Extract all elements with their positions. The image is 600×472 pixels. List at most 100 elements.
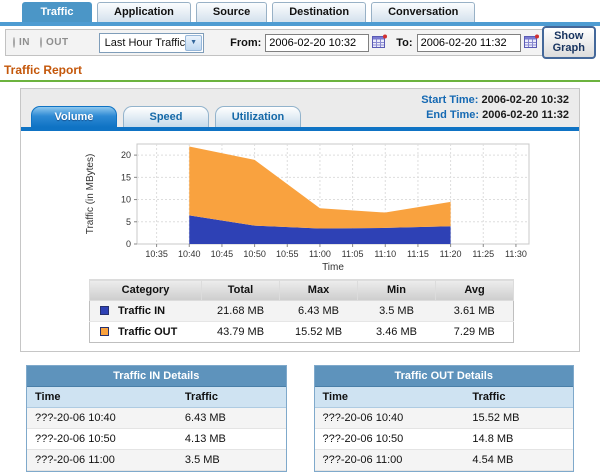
summary-column-header: Max — [280, 280, 358, 301]
time-cell: ???-20-06 10:40 — [315, 408, 465, 428]
end-time-label: End Time: — [426, 109, 479, 121]
tab-conversation[interactable]: Conversation — [371, 2, 475, 22]
tab-source[interactable]: Source — [196, 2, 267, 22]
table-row: ???-20-06 11:003.5 MB — [27, 450, 286, 471]
chevron-down-icon[interactable]: ▼ — [185, 35, 202, 51]
detail-table: Traffic IN Details TimeTraffic ???-20-06… — [26, 365, 287, 472]
summary-column-header: Category — [90, 280, 202, 301]
detail-table-title: Traffic IN Details — [27, 366, 286, 387]
value-cell: 3.46 MB — [358, 322, 436, 343]
legend-swatch — [100, 327, 109, 336]
time-cell: ???-20-06 10:50 — [27, 429, 177, 449]
metric-tab-bar: Volume Speed Utilization — [31, 106, 301, 127]
value-cell: 3.61 MB — [436, 301, 514, 322]
radio-out-label: OUT — [46, 37, 69, 48]
table-row: Traffic OUT 43.79 MB15.52 MB3.46 MB7.29 M… — [90, 322, 514, 343]
value-cell: 43.79 MB — [202, 322, 280, 343]
time-range-selected-value: Last Hour Traffic — [100, 37, 186, 49]
detail-table-body: ???-20-06 10:406.43 MB???-20-06 10:504.1… — [27, 408, 286, 471]
column-header: Traffic — [464, 387, 573, 407]
calendar-icon[interactable] — [524, 34, 539, 51]
report-time-range: Start Time: 2006-02-20 10:32 End Time: 2… — [421, 92, 571, 127]
category-label: Traffic IN — [118, 305, 165, 317]
detail-table-body: ???-20-06 10:4015.52 MB???-20-06 10:5014… — [315, 408, 574, 471]
x-tick-label: 11:30 — [505, 249, 527, 259]
y-tick-label: 20 — [121, 150, 131, 160]
calendar-icon[interactable] — [372, 34, 387, 51]
x-tick-label: 11:00 — [309, 249, 331, 259]
x-tick-label: 11:25 — [472, 249, 494, 259]
detail-tables-row: Traffic IN Details TimeTraffic ???-20-06… — [26, 365, 574, 472]
x-tick-label: 11:10 — [374, 249, 396, 259]
value-cell: 6.43 MB — [280, 301, 358, 322]
column-header: Time — [315, 387, 465, 407]
tab-application[interactable]: Application — [97, 2, 191, 22]
x-tick-label: 10:45 — [211, 249, 234, 259]
summary-table: CategoryTotalMaxMinAvg Traffic IN 21.68 M… — [89, 279, 514, 343]
x-tick-label: 10:35 — [145, 249, 168, 259]
x-tick-label: 10:50 — [243, 249, 266, 259]
panel-header: Volume Speed Utilization Start Time: 2006-… — [21, 89, 579, 127]
detail-table-columns: TimeTraffic — [27, 387, 286, 408]
summary-column-header: Min — [358, 280, 436, 301]
traffic-cell: 14.8 MB — [464, 429, 573, 449]
table-row: ???-20-06 11:004.54 MB — [315, 450, 574, 471]
report-toolbar: IN OUT Last Hour Traffic ▼ From: To: — [5, 29, 595, 56]
show-graph-button[interactable]: Show Graph — [542, 26, 596, 59]
legend-swatch — [100, 306, 109, 315]
summary-header-row: CategoryTotalMaxMinAvg — [90, 280, 514, 301]
tab-volume[interactable]: Volume — [31, 106, 117, 127]
tab-traffic[interactable]: Traffic — [22, 2, 92, 22]
time-cell: ???-20-06 11:00 — [27, 450, 177, 470]
start-time: Start Time: 2006-02-20 10:32 — [421, 93, 569, 108]
traffic-report-panel: Volume Speed Utilization Start Time: 2006-… — [20, 88, 580, 352]
y-tick-label: 5 — [126, 217, 131, 227]
time-range-select[interactable]: Last Hour Traffic ▼ — [99, 33, 205, 53]
time-cell: ???-20-06 10:40 — [27, 408, 177, 428]
tab-destination[interactable]: Destination — [272, 2, 366, 22]
to-date-input[interactable] — [417, 34, 521, 52]
radio-in-label: IN — [19, 37, 30, 48]
x-tick-label: 11:05 — [342, 249, 364, 259]
title-divider — [0, 80, 600, 82]
start-time-label: Start Time: — [421, 94, 478, 106]
tab-speed[interactable]: Speed — [123, 106, 209, 127]
radio-in[interactable] — [13, 37, 15, 48]
value-cell: 21.68 MB — [202, 301, 280, 322]
y-tick-label: 10 — [121, 195, 131, 205]
x-tick-label: 10:40 — [178, 249, 201, 259]
table-row: ???-20-06 10:5014.8 MB — [315, 429, 574, 450]
summary-column-header: Avg — [436, 280, 514, 301]
column-header: Time — [27, 387, 177, 407]
traffic-cell: 4.13 MB — [177, 429, 286, 449]
tab-utilization[interactable]: Utilization — [215, 106, 301, 127]
panel-body: 10:35 10:40 10:45 10:50 10:55 11:00 11:05 11:10… — [21, 131, 579, 351]
y-tick-label: 15 — [121, 172, 131, 182]
time-cell: ???-20-06 10:50 — [315, 429, 465, 449]
x-tick-label: 10:55 — [276, 249, 299, 259]
end-time-value: 2006-02-20 11:32 — [482, 109, 569, 121]
y-tick-label: 0 — [126, 239, 131, 249]
category-label: Traffic OUT — [118, 326, 177, 338]
top-tab-bar: TrafficApplicationSourceDestinationConve… — [0, 0, 600, 22]
x-tick-label: 11:20 — [440, 249, 462, 259]
start-time-value: 2006-02-20 10:32 — [482, 94, 569, 106]
radio-out[interactable] — [40, 37, 42, 48]
value-cell: 3.5 MB — [358, 301, 436, 322]
from-date-input[interactable] — [265, 34, 369, 52]
detail-table: Traffic OUT Details TimeTraffic ???-20-0… — [314, 365, 575, 472]
x-tick-label: 11:15 — [407, 249, 429, 259]
detail-table-title: Traffic OUT Details — [315, 366, 574, 387]
traffic-cell: 15.52 MB — [464, 408, 573, 428]
from-label: From: — [230, 37, 261, 49]
table-row: ???-20-06 10:504.13 MB — [27, 429, 286, 450]
traffic-cell: 4.54 MB — [464, 450, 573, 470]
traffic-cell: 3.5 MB — [177, 450, 286, 470]
column-header: Traffic — [177, 387, 286, 407]
value-cell: 15.52 MB — [280, 322, 358, 343]
y-axis-label: Traffic (in MBytes) — [85, 154, 96, 235]
value-cell: 7.29 MB — [436, 322, 514, 343]
top-tab-strip — [0, 22, 600, 26]
summary-column-header: Total — [202, 280, 280, 301]
end-time: End Time: 2006-02-20 11:32 — [421, 108, 569, 123]
